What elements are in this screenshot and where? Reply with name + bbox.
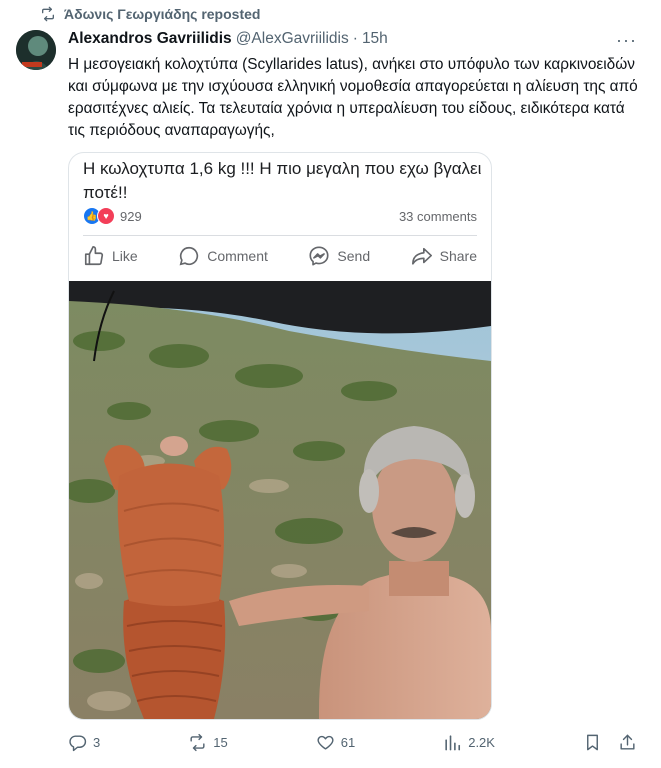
views-count: 2.2K [468, 735, 495, 750]
embedded-like-label: Like [112, 248, 138, 264]
messenger-icon [309, 246, 329, 266]
secondary-actions [583, 733, 637, 752]
post-photo [69, 281, 491, 719]
embedded-send-button: Send [308, 245, 370, 267]
comment-bubble-icon [179, 246, 199, 266]
embedded-share-label: Share [439, 248, 477, 264]
embedded-reactions-bar: 👍 ♥ 929 33 comments [83, 207, 477, 225]
embedded-comment-button: Comment [178, 245, 268, 267]
avatar[interactable] [16, 30, 56, 70]
like-count: 61 [340, 735, 356, 750]
embedded-actions-bar: Like Comment Send Share [83, 239, 477, 273]
thumbs-up-icon [84, 246, 104, 266]
author-handle[interactable]: @AlexGavriilidis [236, 30, 349, 48]
embedded-share-button: Share [411, 245, 477, 267]
author-name[interactable]: Alexandros Gavriilidis [68, 30, 232, 48]
share-arrow-icon [411, 247, 432, 265]
avatar-image [16, 30, 56, 70]
repost-indicator[interactable]: Άδωνις Γεωργιάδης reposted [40, 6, 260, 22]
bookmark-icon [587, 734, 598, 751]
reply-button[interactable]: 3 [68, 733, 100, 752]
embedded-post-text: Η κωλοχτυπα 1,6 kg !!! Η πιο μεγαλη που … [83, 159, 482, 202]
like-button[interactable]: 61 [316, 733, 355, 752]
reply-icon [69, 735, 87, 752]
share-icon [620, 734, 635, 750]
post-header: Alexandros Gavriilidis @AlexGavriilidis … [68, 30, 641, 48]
separator-dot: · [352, 30, 358, 47]
repost-button[interactable]: 15 [188, 733, 228, 752]
reply-count: 3 [93, 735, 101, 750]
repost-count: 15 [213, 735, 228, 750]
embedded-send-label: Send [337, 248, 371, 264]
post-text: Η μεσογειακή κολοχτύπα (Scyllarides latu… [68, 56, 638, 139]
share-button[interactable] [618, 733, 637, 752]
post-media[interactable]: Η κωλοχτυπα 1,6 kg !!! Η πιο μεγαλη που … [68, 152, 492, 720]
bookmark-button[interactable] [583, 733, 602, 752]
repost-text: Άδωνις Γεωργιάδης reposted [64, 6, 261, 22]
views-button[interactable]: 2.2K [443, 733, 495, 752]
comments-count: 33 comments [398, 208, 477, 224]
embedded-like-button: Like [83, 245, 138, 267]
post-time[interactable]: 15h [362, 30, 388, 48]
heart-icon [317, 735, 334, 750]
post-actions-bar: 3 15 61 2.2K [68, 733, 637, 752]
love-reaction-icon: ♥ [97, 207, 115, 225]
views-chart-icon [445, 735, 461, 751]
repost-icon [42, 6, 54, 22]
repost-icon [190, 733, 205, 752]
reactions-count: 929 [120, 208, 142, 224]
more-options-icon[interactable]: ··· [616, 30, 637, 51]
divider [83, 235, 477, 236]
embedded-comment-label: Comment [207, 248, 268, 264]
